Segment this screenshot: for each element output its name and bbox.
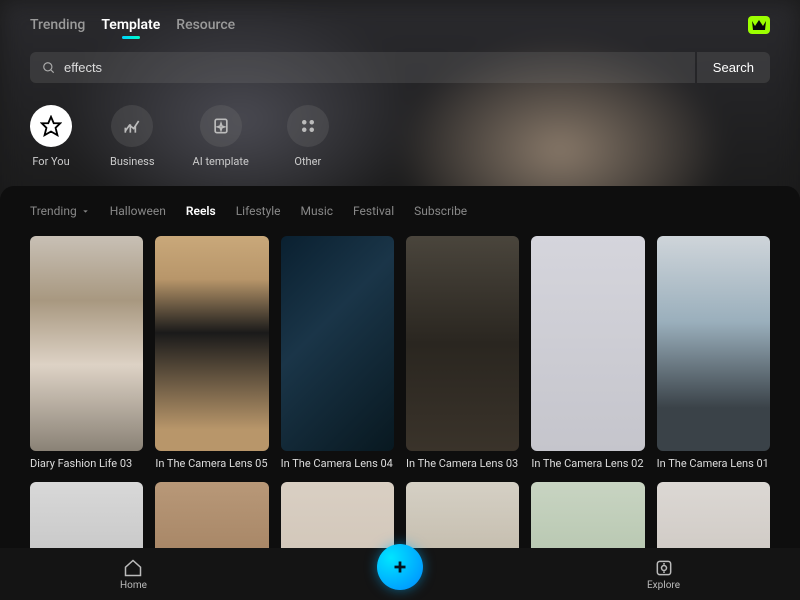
search-box[interactable] <box>30 52 695 83</box>
sparkle-icon <box>200 105 242 147</box>
template-title: In The Camera Lens 02 <box>531 457 644 470</box>
filter-reels[interactable]: Reels <box>186 204 216 218</box>
category-ai-template[interactable]: AI template <box>193 105 249 168</box>
template-card[interactable]: In The Camera Lens 03 <box>406 236 519 470</box>
plus-icon <box>389 556 411 578</box>
category-business[interactable]: Business <box>110 105 155 168</box>
template-title: Diary Fashion Life 03 <box>30 457 143 470</box>
template-grid: Diary Fashion Life 03 In The Camera Lens… <box>30 236 770 586</box>
star-icon <box>30 105 72 147</box>
filter-festival[interactable]: Festival <box>353 204 394 218</box>
template-thumbnail <box>30 236 143 451</box>
template-thumbnail <box>155 236 268 451</box>
template-title: In The Camera Lens 05 <box>155 457 268 470</box>
explore-icon <box>654 558 674 578</box>
category-other[interactable]: Other <box>287 105 329 168</box>
category-for-you[interactable]: For You <box>30 105 72 168</box>
nav-label: Explore <box>647 580 680 591</box>
filter-lifestyle[interactable]: Lifestyle <box>236 204 281 218</box>
filter-subscribe[interactable]: Subscribe <box>414 204 467 218</box>
template-card[interactable]: In The Camera Lens 05 <box>155 236 268 470</box>
category-label: Other <box>294 155 321 168</box>
template-title: In The Camera Lens 01 <box>657 457 770 470</box>
search-row: Search <box>0 42 800 83</box>
grid-icon <box>287 105 329 147</box>
category-label: Business <box>110 155 155 168</box>
template-thumbnail <box>657 236 770 451</box>
template-card[interactable]: In The Camera Lens 01 <box>657 236 770 470</box>
nav-home[interactable]: Home <box>120 558 147 591</box>
nav-explore[interactable]: Explore <box>647 558 680 591</box>
top-nav: Trending Template Resource <box>0 0 800 42</box>
nav-label: Home <box>120 580 147 591</box>
chevron-down-icon <box>81 207 90 216</box>
filter-music[interactable]: Music <box>301 204 333 218</box>
category-label: For You <box>32 155 69 168</box>
template-thumbnail <box>281 236 394 451</box>
sort-label: Trending <box>30 204 77 218</box>
filter-row: Trending Halloween Reels Lifestyle Music… <box>30 204 770 218</box>
template-card[interactable]: In The Camera Lens 04 <box>281 236 394 470</box>
template-title: In The Camera Lens 03 <box>406 457 519 470</box>
home-icon <box>123 558 143 578</box>
tab-template[interactable]: Template <box>101 17 160 33</box>
template-card[interactable]: Diary Fashion Life 03 <box>30 236 143 470</box>
search-icon <box>42 61 56 75</box>
tab-trending[interactable]: Trending <box>30 17 85 33</box>
template-thumbnail <box>406 236 519 451</box>
template-card[interactable]: In The Camera Lens 02 <box>531 236 644 470</box>
create-button[interactable] <box>377 544 423 590</box>
premium-icon[interactable] <box>748 16 770 34</box>
sort-dropdown[interactable]: Trending <box>30 204 90 218</box>
category-row: For You Business AI template Other <box>0 83 800 178</box>
template-thumbnail <box>531 236 644 451</box>
template-title: In The Camera Lens 04 <box>281 457 394 470</box>
filter-halloween[interactable]: Halloween <box>110 204 166 218</box>
tab-resource[interactable]: Resource <box>176 17 235 33</box>
search-button[interactable]: Search <box>697 52 770 83</box>
main-panel: Trending Halloween Reels Lifestyle Music… <box>0 186 800 586</box>
search-input[interactable] <box>64 60 683 75</box>
category-label: AI template <box>193 155 249 168</box>
chart-icon <box>111 105 153 147</box>
